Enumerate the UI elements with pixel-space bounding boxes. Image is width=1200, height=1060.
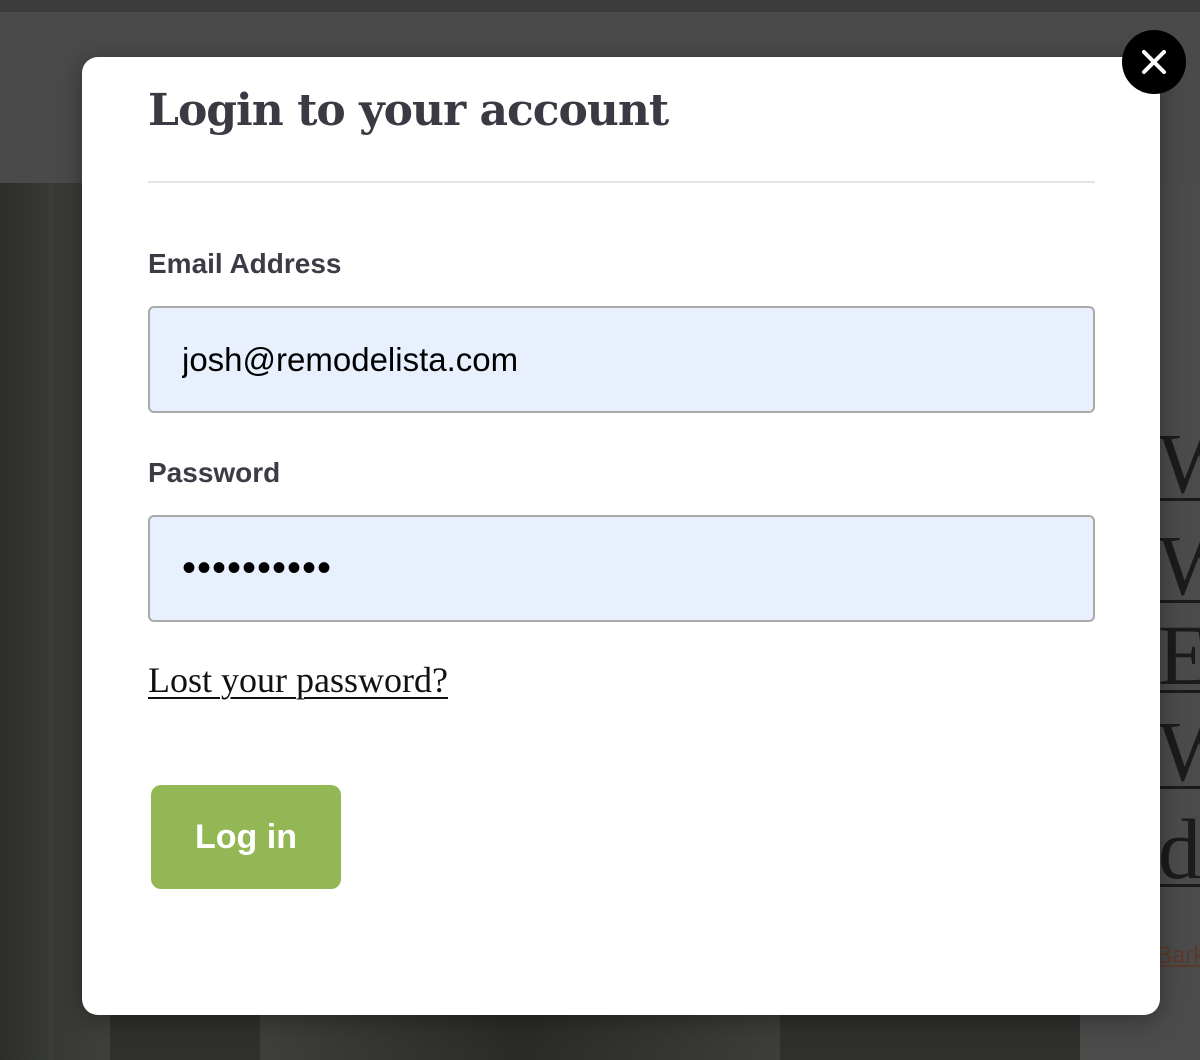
lost-password-link[interactable]: Lost your password? — [148, 659, 448, 701]
login-button[interactable]: Log in — [151, 785, 341, 889]
close-icon — [1142, 50, 1166, 74]
login-modal: Login to your account Email Address Pass… — [82, 57, 1160, 1015]
background-headline-fragment: Wa — [1158, 703, 1200, 799]
page: W Wa El Wa d Bark Login to your account … — [0, 0, 1200, 1060]
title-divider — [148, 181, 1095, 183]
background-headline-fragment: El — [1158, 607, 1200, 703]
background-headline-fragment: d — [1158, 801, 1200, 897]
password-field[interactable] — [148, 515, 1095, 622]
modal-title: Login to your account — [148, 85, 669, 136]
background-left-stripe — [48, 183, 54, 1060]
background-headline-fragment: W — [1158, 415, 1200, 511]
background-headline-fragment: Wa — [1158, 517, 1200, 613]
close-button[interactable] — [1122, 30, 1186, 94]
email-field[interactable] — [148, 306, 1095, 413]
password-label: Password — [148, 457, 281, 488]
email-label: Email Address — [148, 248, 342, 279]
background-link-fragment: Bark — [1156, 942, 1200, 969]
background-image-strip — [260, 1012, 780, 1060]
